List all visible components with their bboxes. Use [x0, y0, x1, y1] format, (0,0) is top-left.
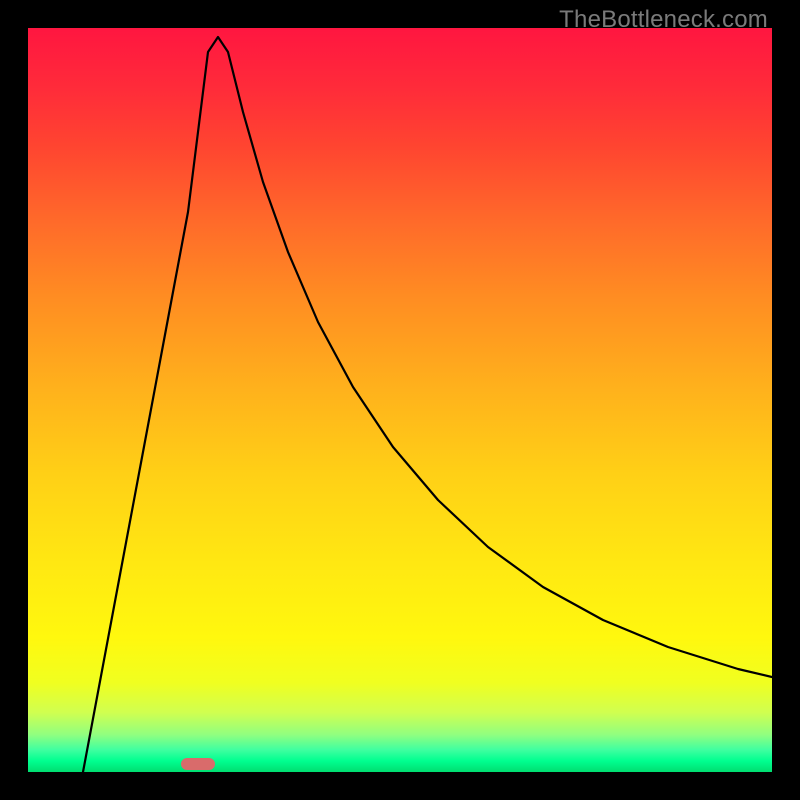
curve-line [28, 28, 772, 772]
plot-area [28, 28, 772, 772]
watermark-text: TheBottleneck.com [559, 6, 768, 34]
min-marker [181, 758, 215, 770]
chart-container: TheBottleneck.com [0, 0, 800, 800]
